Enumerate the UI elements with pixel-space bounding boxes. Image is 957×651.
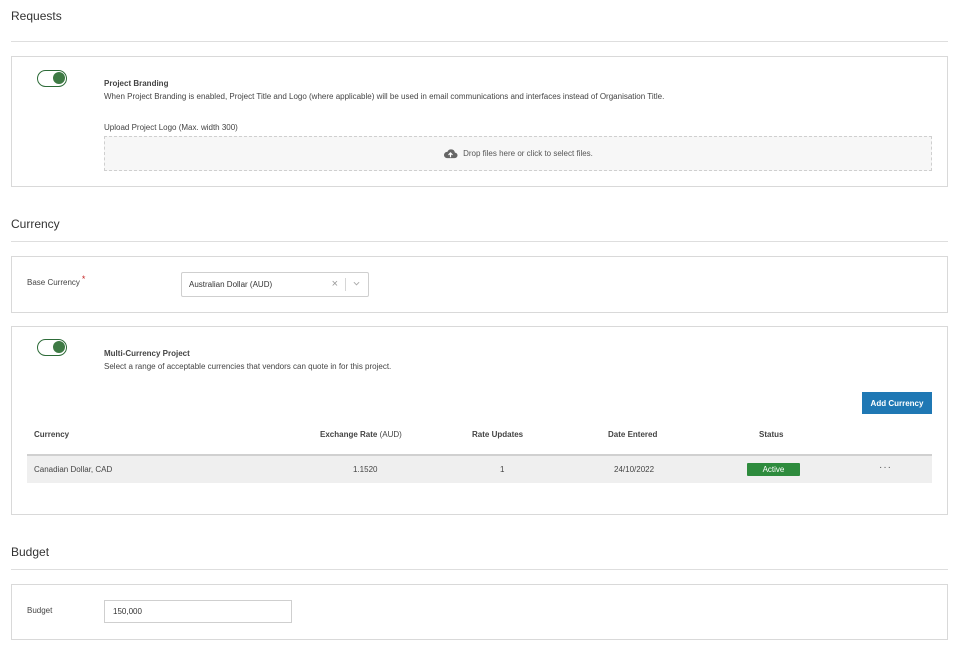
budget-panel: Budget 150,000 bbox=[11, 584, 948, 640]
table-row[interactable]: Canadian Dollar, CAD 1.1520 1 24/10/2022… bbox=[27, 456, 932, 483]
close-icon[interactable]: × bbox=[332, 278, 338, 290]
requests-section-title: Requests bbox=[11, 9, 62, 23]
base-currency-label-text: Base Currency bbox=[27, 278, 80, 287]
currency-section-title: Currency bbox=[11, 217, 60, 231]
budget-input[interactable]: 150,000 bbox=[104, 600, 292, 623]
status-badge: Active bbox=[747, 463, 800, 476]
exchange-rate-header-text: Exchange Rate bbox=[320, 430, 378, 439]
project-branding-description: When Project Branding is enabled, Projec… bbox=[104, 92, 665, 101]
base-currency-select[interactable]: Australian Dollar (AUD) × bbox=[181, 272, 369, 297]
project-branding-title: Project Branding bbox=[104, 79, 169, 88]
column-header-rate-updates[interactable]: Rate Updates bbox=[472, 430, 523, 439]
column-header-currency[interactable]: Currency bbox=[34, 430, 69, 439]
dropzone-text: Drop files here or click to select files… bbox=[463, 149, 593, 158]
base-currency-label: Base Currency * bbox=[27, 274, 86, 287]
project-branding-panel: Project Branding When Project Branding i… bbox=[11, 56, 948, 187]
budget-section-title: Budget bbox=[11, 545, 50, 559]
upload-logo-label: Upload Project Logo (Max. width 300) bbox=[104, 123, 238, 132]
cell-rate-updates: 1 bbox=[500, 465, 505, 474]
requests-divider bbox=[11, 41, 948, 42]
cell-date-entered: 24/10/2022 bbox=[614, 465, 655, 474]
multi-currency-toggle[interactable] bbox=[37, 339, 67, 356]
required-marker: * bbox=[81, 274, 86, 284]
cloud-upload-icon bbox=[444, 149, 458, 159]
exchange-rate-unit: (AUD) bbox=[379, 430, 402, 439]
toggle-knob bbox=[53, 341, 65, 353]
select-separator bbox=[345, 278, 346, 291]
multi-currency-title: Multi-Currency Project bbox=[104, 349, 190, 358]
more-horizontal-icon[interactable]: ··· bbox=[879, 462, 892, 473]
logo-dropzone[interactable]: Drop files here or click to select files… bbox=[104, 136, 932, 171]
budget-divider bbox=[11, 569, 948, 570]
multi-currency-description: Select a range of acceptable currencies … bbox=[104, 362, 392, 371]
add-currency-button[interactable]: Add Currency bbox=[862, 392, 932, 414]
chevron-down-icon[interactable] bbox=[353, 280, 360, 287]
currency-divider bbox=[11, 241, 948, 242]
project-branding-toggle[interactable] bbox=[37, 70, 67, 87]
base-currency-value: Australian Dollar (AUD) bbox=[189, 280, 273, 289]
toggle-knob bbox=[53, 72, 65, 84]
column-header-date-entered[interactable]: Date Entered bbox=[608, 430, 657, 439]
base-currency-panel: Base Currency * Australian Dollar (AUD) × bbox=[11, 256, 948, 313]
budget-label: Budget bbox=[27, 606, 53, 615]
multi-currency-panel: Multi-Currency Project Select a range of… bbox=[11, 326, 948, 515]
column-header-status[interactable]: Status bbox=[759, 430, 783, 439]
cell-currency: Canadian Dollar, CAD bbox=[34, 465, 113, 474]
column-header-exchange-rate[interactable]: Exchange Rate (AUD) bbox=[320, 430, 402, 439]
cell-exchange-rate: 1.1520 bbox=[353, 465, 378, 474]
